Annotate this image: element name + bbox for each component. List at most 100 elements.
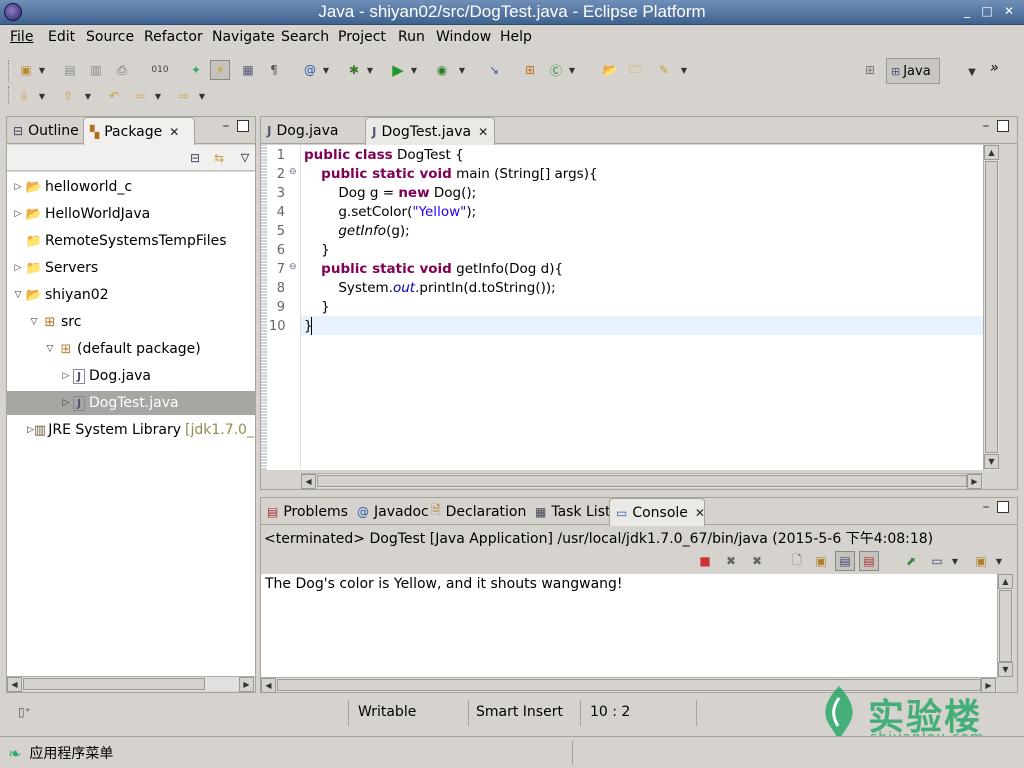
menu-refactor[interactable]: Refactor: [144, 29, 203, 45]
scroll-track[interactable]: [999, 590, 1012, 662]
new-class-icon[interactable]: Ⓒ: [546, 60, 566, 80]
scroll-track[interactable]: [985, 161, 998, 453]
console-output-area[interactable]: The Dog's color is Yellow, and it shouts…: [261, 574, 997, 677]
scroll-up-icon[interactable]: ▲: [984, 145, 999, 160]
debug-dropdown-icon[interactable]: ▼: [364, 60, 376, 80]
collapsed-icon[interactable]: ▷: [11, 263, 25, 273]
link-with-editor-icon[interactable]: ⇆: [209, 148, 229, 168]
clear-console-icon[interactable]: 🗋: [787, 551, 807, 571]
tree-item[interactable]: ▷ 📂 helloworld_c: [7, 175, 255, 199]
tree-item[interactable]: ▷ J DogTest.java: [7, 391, 255, 415]
maximize-editor-button[interactable]: [997, 120, 1009, 132]
tree-item[interactable]: ▷▥JRE System Library[jdk1.7.0_67]: [7, 418, 255, 442]
console-vscrollbar[interactable]: ▲ ▼: [997, 574, 1013, 677]
maximize-console-button[interactable]: [997, 501, 1009, 513]
tab-declaration[interactable]: 🗎 Declaration: [425, 498, 532, 525]
open-console-dropdown-icon[interactable]: ▼: [993, 551, 1005, 571]
tree-item[interactable]: ▷ 📁 Servers: [7, 256, 255, 280]
block-selection-icon[interactable]: ▦: [238, 60, 258, 80]
fold-icon[interactable]: ⊖: [289, 167, 297, 177]
collapsed-icon[interactable]: ▷: [59, 398, 73, 408]
expanded-icon[interactable]: ▽: [27, 317, 41, 327]
remove-all-terminated-icon[interactable]: ✖: [747, 551, 767, 571]
tab-dogtest-java[interactable]: J DogTest.java ✕: [365, 117, 495, 145]
show-on-stdout-icon[interactable]: ▤: [835, 551, 855, 571]
expanded-icon[interactable]: ▽: [43, 344, 57, 354]
tree-item[interactable]: 📁 RemoteSystemsTempFiles: [7, 229, 255, 253]
scroll-down-icon[interactable]: ▼: [998, 662, 1013, 677]
run-dropdown-icon[interactable]: ▼: [408, 60, 420, 80]
tab-task-list[interactable]: ▦ Task List: [529, 498, 616, 525]
search-icon[interactable]: ✎: [654, 60, 674, 80]
back-dropdown-icon[interactable]: ▼: [152, 86, 164, 106]
new-package-icon[interactable]: ⊞: [520, 60, 540, 80]
debug-icon[interactable]: ✱: [344, 60, 364, 80]
forward-icon[interactable]: ⇨: [174, 86, 194, 106]
last-edit-icon[interactable]: ↶: [104, 86, 124, 106]
editor-hscrollbar[interactable]: ◀ ▶: [301, 473, 983, 489]
tab-javadoc[interactable]: @ Javadoc: [351, 498, 435, 525]
scroll-right-icon[interactable]: ▶: [967, 474, 982, 489]
remove-launch-icon[interactable]: ✖: [721, 551, 741, 571]
expanded-icon[interactable]: ▽: [11, 290, 25, 300]
view-menu-icon[interactable]: ▽: [235, 147, 255, 167]
close-tab-icon[interactable]: ✕: [478, 125, 488, 139]
close-window-button[interactable]: ✕: [1002, 4, 1016, 20]
new-class-dropdown-icon[interactable]: ▼: [566, 60, 578, 80]
collapse-all-icon[interactable]: ⊟: [185, 148, 205, 168]
tree-item[interactable]: ▷ J Dog.java: [7, 364, 255, 388]
next-annotation-dropdown-icon[interactable]: ▼: [36, 86, 48, 106]
display-console-icon[interactable]: ▭: [927, 551, 947, 571]
show-whitespace-icon[interactable]: ¶: [264, 60, 284, 80]
minimize-panel-button[interactable]: –: [219, 119, 233, 133]
external-tools-dropdown-icon[interactable]: ▼: [456, 60, 468, 80]
previous-annotation-dropdown-icon[interactable]: ▼: [82, 86, 94, 106]
package-tree-hscrollbar[interactable]: ◀ ▶: [7, 676, 255, 692]
java-perspective-button[interactable]: ⊞ Java: [886, 58, 940, 84]
scroll-left-icon[interactable]: ◀: [261, 678, 276, 693]
save-icon[interactable]: ▤: [60, 60, 80, 80]
previous-annotation-icon[interactable]: ⇧: [58, 86, 78, 106]
binary-icon[interactable]: 010: [150, 60, 170, 80]
next-annotation-icon[interactable]: ⇩: [14, 86, 34, 106]
scroll-up-icon[interactable]: ▲: [998, 574, 1013, 589]
menu-window[interactable]: Window: [436, 29, 491, 45]
forward-dropdown-icon[interactable]: ▼: [196, 86, 208, 106]
collapsed-icon[interactable]: ▷: [59, 371, 73, 381]
menu-source[interactable]: Source: [86, 29, 134, 45]
new-java-project-icon[interactable]: ✦: [186, 60, 206, 80]
menu-file[interactable]: File: [10, 29, 33, 45]
scroll-right-icon[interactable]: ▶: [239, 677, 254, 692]
menu-edit[interactable]: Edit: [48, 29, 75, 45]
open-file-icon[interactable]: 🗁: [626, 60, 646, 80]
open-console-icon[interactable]: ▣: [971, 551, 991, 571]
menu-navigate[interactable]: Navigate: [212, 29, 275, 45]
tree-item[interactable]: ▷ 📂 HelloWorldJava: [7, 202, 255, 226]
tab-outline[interactable]: ⊟ Outline: [7, 117, 85, 144]
close-tab-icon[interactable]: ✕: [169, 125, 179, 139]
menu-help[interactable]: Help: [500, 29, 532, 45]
scroll-left-icon[interactable]: ◀: [301, 474, 316, 489]
collapsed-icon[interactable]: ▷: [11, 209, 25, 219]
tree-item[interactable]: ▽ ⊞ (default package): [7, 337, 255, 361]
scroll-down-icon[interactable]: ▼: [984, 454, 999, 469]
pin-console-icon[interactable]: ⬈: [901, 551, 921, 571]
external-tools-icon[interactable]: ◉: [432, 60, 452, 80]
terminate-icon[interactable]: ■: [695, 551, 715, 571]
toggle-mark-occurrences-icon[interactable]: ⚡: [210, 60, 230, 80]
back-icon[interactable]: ⇦: [130, 86, 150, 106]
menu-project[interactable]: Project: [338, 29, 386, 45]
maximize-panel-button[interactable]: [237, 120, 249, 132]
tab-package[interactable]: ▚ Package ✕: [83, 117, 195, 145]
new-dropdown-icon[interactable]: ▼: [36, 60, 48, 80]
display-console-dropdown-icon[interactable]: ▼: [949, 551, 961, 571]
tab-dog-java[interactable]: J Dog.java: [261, 117, 344, 144]
open-folder-icon[interactable]: 📂: [600, 60, 620, 80]
fast-view-icon[interactable]: ▯⁺: [18, 705, 31, 719]
app-menu-button[interactable]: ❧ 应用程序菜单: [8, 741, 113, 765]
scroll-left-icon[interactable]: ◀: [7, 677, 22, 692]
menu-run[interactable]: Run: [398, 29, 425, 45]
minimize-editor-button[interactable]: –: [979, 119, 993, 133]
menu-search[interactable]: Search: [281, 29, 329, 45]
tab-console[interactable]: ▭ Console ✕: [609, 498, 705, 526]
